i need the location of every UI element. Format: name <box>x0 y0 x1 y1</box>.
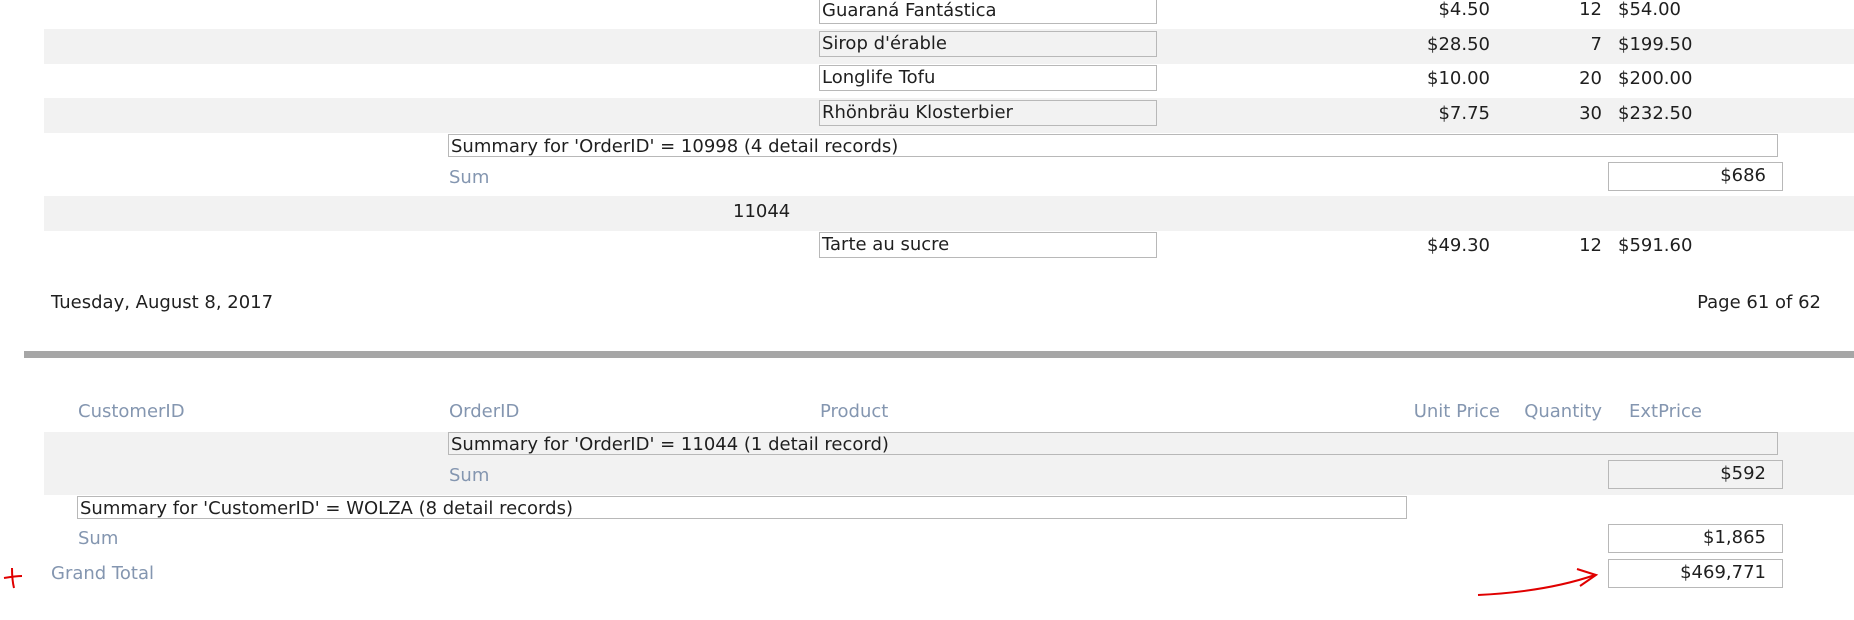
footer-page-number: Page 61 of 62 <box>1697 292 1821 313</box>
unit-price: $4.50 <box>1438 0 1490 20</box>
sum-label: Sum <box>78 528 119 549</box>
column-header-product: Product <box>820 401 889 422</box>
column-header-customer-id: CustomerID <box>78 401 185 422</box>
ext-price: $591.60 <box>1618 235 1693 256</box>
unit-price: $28.50 <box>1427 34 1490 55</box>
red-arrow-annotation <box>1477 568 1599 596</box>
quantity: 20 <box>1579 68 1602 89</box>
quantity: 30 <box>1579 103 1602 124</box>
footer-date: Tuesday, August 8, 2017 <box>51 292 274 313</box>
column-header-quantity: Quantity <box>1524 401 1602 422</box>
grand-total-label: Grand Total <box>51 563 154 584</box>
unit-price: $10.00 <box>1427 68 1490 89</box>
grand-total-value: $469,771 <box>1608 559 1783 588</box>
customer-sum-value: $1,865 <box>1608 524 1783 553</box>
quantity: 12 <box>1579 235 1602 256</box>
customer-summary-label: Summary for 'CustomerID' = WOLZA (8 deta… <box>77 496 1407 519</box>
product-field: Rhönbräu Klosterbier <box>819 100 1157 126</box>
ext-price: $199.50 <box>1618 34 1693 55</box>
ext-price: $232.50 <box>1618 103 1693 124</box>
column-header-ext-price: ExtPrice <box>1629 401 1702 422</box>
quantity: 12 <box>1579 0 1602 20</box>
ext-price: $54.00 <box>1618 0 1681 20</box>
order-summary-label: Summary for 'OrderID' = 10998 (4 detail … <box>448 134 1778 157</box>
unit-price: $7.75 <box>1438 103 1490 124</box>
order-id-header: 11044 <box>733 201 791 222</box>
product-field: Tarte au sucre <box>819 232 1157 258</box>
unit-price: $49.30 <box>1427 235 1490 256</box>
ext-price: $200.00 <box>1618 68 1693 89</box>
order-sum-value: $592 <box>1608 460 1783 489</box>
sum-label: Sum <box>449 465 490 486</box>
red-cross-annotation <box>3 567 23 589</box>
column-header-unit-price: Unit Price <box>1413 401 1500 422</box>
order-summary-label: Summary for 'OrderID' = 11044 (1 detail … <box>448 432 1778 455</box>
sum-label: Sum <box>449 167 490 188</box>
product-field: Sirop d'érable <box>819 31 1157 57</box>
page-break-divider <box>24 351 1854 358</box>
group-header-band <box>44 196 1854 231</box>
product-field: Longlife Tofu <box>819 65 1157 91</box>
order-sum-value: $686 <box>1608 162 1783 191</box>
product-field: Guaraná Fantástica <box>819 0 1157 24</box>
column-header-order-id: OrderID <box>449 401 520 422</box>
quantity: 7 <box>1590 34 1602 55</box>
